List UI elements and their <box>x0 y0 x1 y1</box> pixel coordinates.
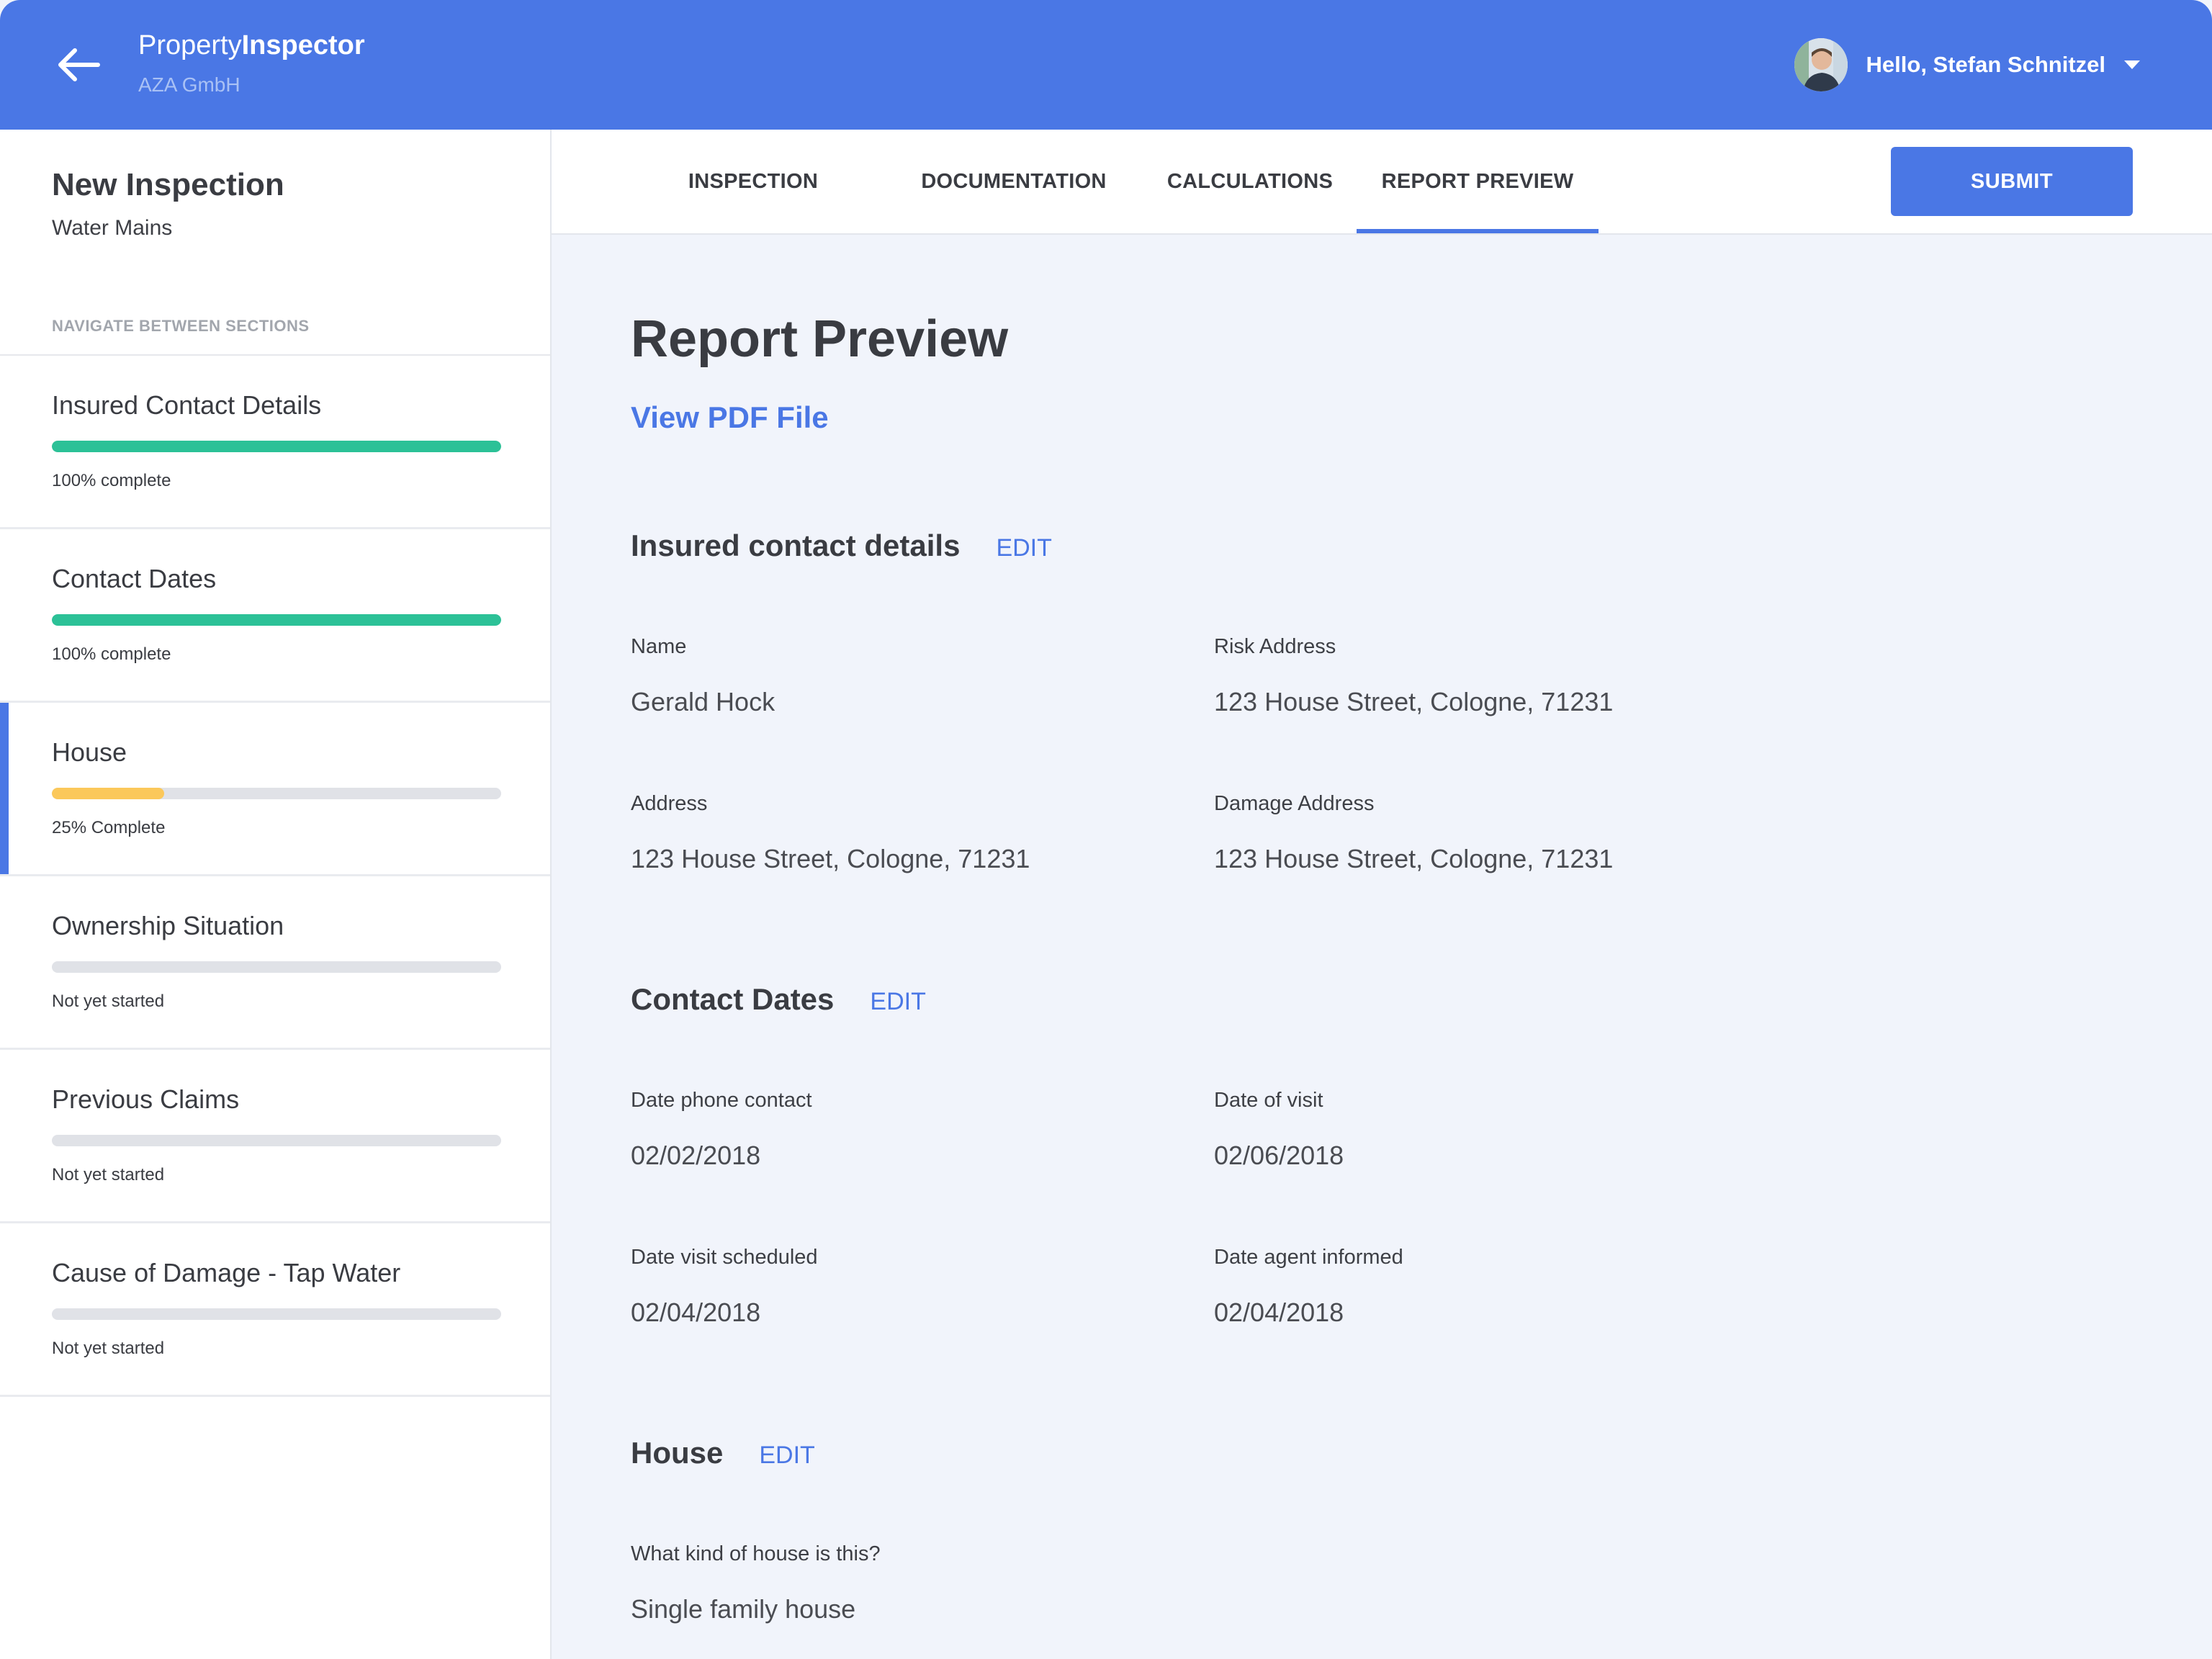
house-kind-value: Single family house <box>631 1594 856 1624</box>
submit-button[interactable]: SUBMIT <box>1891 147 2133 216</box>
brand-bold: Inspector <box>241 30 365 60</box>
section-list: Insured Contact Details 100% complete Co… <box>0 354 550 1397</box>
user-menu[interactable]: Hello, Stefan Schnitzel <box>1794 36 2140 94</box>
visit-date-value: 02/06/2018 <box>1214 1141 1344 1170</box>
progress-bar <box>52 1308 501 1320</box>
section-status: 100% complete <box>52 471 171 490</box>
tab-calculations[interactable]: CALCULATIONS <box>1142 130 1358 233</box>
edit-insured-button[interactable]: EDIT <box>996 534 1051 562</box>
nav-label: NAVIGATE BETWEEN SECTIONS <box>52 317 310 335</box>
tab-report-preview[interactable]: REPORT PREVIEW <box>1357 130 1599 233</box>
section-title: Ownership Situation <box>52 911 284 940</box>
section-title: Previous Claims <box>52 1084 240 1114</box>
chevron-down-icon[interactable] <box>2124 60 2140 69</box>
tab-inspection[interactable]: INSPECTION <box>674 130 832 233</box>
sidebar-item-contact-dates[interactable]: Contact Dates 100% complete <box>0 529 550 703</box>
risk-address-value: 123 House Street, Cologne, 71231 <box>1214 687 1614 716</box>
page-title: Report Preview <box>631 310 1009 368</box>
app-brand: PropertyInspector <box>138 30 365 61</box>
section-status: 100% complete <box>52 644 171 664</box>
progress-fill <box>52 614 501 626</box>
agent-informed-label: Date agent informed <box>1214 1246 1403 1269</box>
section-status: 25% Complete <box>52 818 166 837</box>
insured-section-header: Insured contact details EDIT <box>631 529 1052 563</box>
inspection-subtitle: Water Mains <box>52 216 173 240</box>
progress-bar <box>52 788 501 799</box>
app-header: PropertyInspector AZA GmbH Hello, Stefan… <box>0 0 2212 130</box>
sidebar-item-cause-of-damage[interactable]: Cause of Damage - Tap Water Not yet star… <box>0 1223 550 1397</box>
house-section-header: House EDIT <box>631 1436 815 1470</box>
dates-section-header: Contact Dates EDIT <box>631 982 926 1017</box>
damage-address-label: Damage Address <box>1214 792 1375 815</box>
brand-light: Property <box>138 30 242 60</box>
tab-documentation[interactable]: DOCUMENTATION <box>894 130 1133 233</box>
section-title: Contact Dates <box>52 564 217 593</box>
section-status: Not yet started <box>52 1165 165 1184</box>
section-heading: Insured contact details <box>631 529 961 562</box>
progress-bar <box>52 961 501 973</box>
user-greeting: Hello, Stefan Schnitzel <box>1866 52 2105 77</box>
agent-informed-value: 02/04/2018 <box>1214 1298 1344 1327</box>
section-heading: House <box>631 1436 724 1470</box>
address-value: 123 House Street, Cologne, 71231 <box>631 844 1030 873</box>
avatar <box>1794 38 1848 91</box>
house-kind-label: What kind of house is this? <box>631 1542 881 1565</box>
progress-fill <box>52 441 501 452</box>
sidebar-item-insured-contact-details[interactable]: Insured Contact Details 100% complete <box>0 356 550 529</box>
company-name: AZA GmbH <box>138 73 240 96</box>
sidebar-item-house[interactable]: House 25% Complete <box>0 703 550 876</box>
visit-date-label: Date of visit <box>1214 1089 1323 1112</box>
section-title: Cause of Damage - Tap Water <box>52 1258 401 1287</box>
inspection-title: New Inspection <box>52 167 284 202</box>
edit-dates-button[interactable]: EDIT <box>870 988 925 1016</box>
name-label: Name <box>631 635 687 658</box>
section-status: Not yet started <box>52 1339 165 1358</box>
view-pdf-link[interactable]: View PDF File <box>631 400 829 435</box>
phone-contact-value: 02/02/2018 <box>631 1141 761 1170</box>
section-title: Insured Contact Details <box>52 390 322 420</box>
risk-address-label: Risk Address <box>1214 635 1336 658</box>
visit-scheduled-value: 02/04/2018 <box>631 1298 761 1327</box>
phone-contact-label: Date phone contact <box>631 1089 812 1112</box>
progress-fill <box>52 788 164 799</box>
progress-bar <box>52 614 501 626</box>
section-title: House <box>52 737 127 767</box>
sidebar-item-ownership-situation[interactable]: Ownership Situation Not yet started <box>0 876 550 1050</box>
damage-address-value: 123 House Street, Cologne, 71231 <box>1214 844 1614 873</box>
name-value: Gerald Hock <box>631 687 775 716</box>
back-arrow-icon[interactable] <box>50 40 105 89</box>
address-label: Address <box>631 792 708 815</box>
sidebar: New Inspection Water Mains NAVIGATE BETW… <box>0 130 552 1659</box>
progress-bar <box>52 1135 501 1146</box>
sidebar-item-previous-claims[interactable]: Previous Claims Not yet started <box>0 1050 550 1223</box>
section-status: Not yet started <box>52 992 165 1011</box>
edit-house-button[interactable]: EDIT <box>759 1442 814 1470</box>
tab-bar: INSPECTION DOCUMENTATION CALCULATIONS RE… <box>552 130 2212 235</box>
progress-bar <box>52 441 501 452</box>
visit-scheduled-label: Date visit scheduled <box>631 1246 818 1269</box>
section-heading: Contact Dates <box>631 982 835 1016</box>
